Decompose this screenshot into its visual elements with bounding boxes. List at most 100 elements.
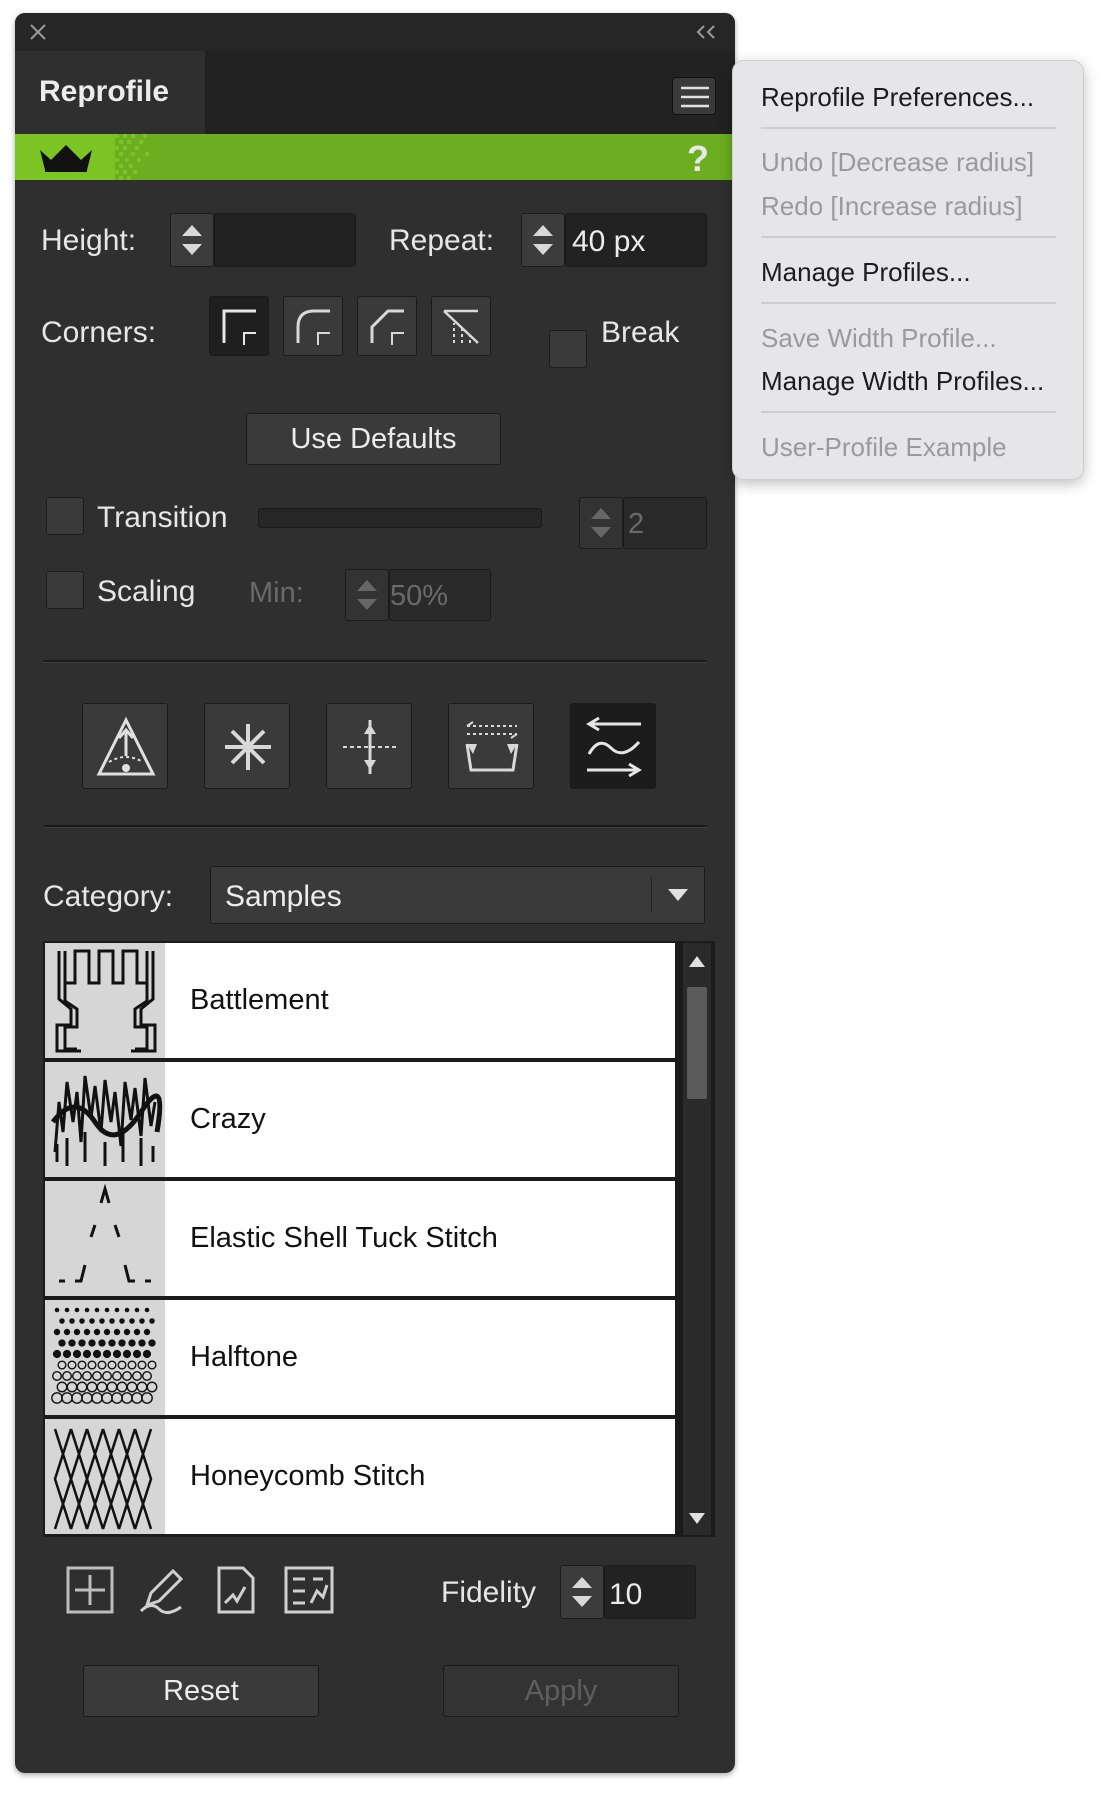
mode-button-1[interactable] xyxy=(82,703,168,789)
panel-options-menu: Reprofile Preferences... Undo [Decrease … xyxy=(732,60,1084,480)
mode-button-2[interactable] xyxy=(204,703,290,789)
corner-bevel-icon xyxy=(370,309,404,345)
stepper-arrows-icon xyxy=(591,508,611,538)
corner-none-button[interactable] xyxy=(431,296,491,356)
transition-value: 2 xyxy=(628,508,645,540)
crown-icon xyxy=(40,145,92,172)
profile-list: Battlement Crazy Elastic Shell Tuck Stit… xyxy=(43,941,715,1537)
add-icon xyxy=(66,1566,114,1614)
panel-titlebar xyxy=(15,13,735,51)
category-dropdown[interactable]: Samples xyxy=(210,866,705,924)
min-stepper[interactable] xyxy=(345,569,389,621)
add-profile-button[interactable] xyxy=(65,1565,115,1615)
tab-title: Reprofile xyxy=(39,75,170,108)
stepper-arrows-icon xyxy=(357,580,377,610)
transition-checkbox[interactable] xyxy=(46,497,84,535)
use-defaults-button[interactable]: Use Defaults xyxy=(246,413,501,465)
list-scrollbar[interactable] xyxy=(683,943,711,1535)
corner-round-button[interactable] xyxy=(283,296,343,356)
corner-none-icon xyxy=(443,309,479,344)
help-icon[interactable]: ? xyxy=(687,138,709,180)
reprofile-panel: Reprofile ? Height: Repeat: 40 px Corner… xyxy=(15,13,735,1773)
close-icon[interactable] xyxy=(29,23,47,41)
list-item[interactable]: Crazy xyxy=(45,1062,675,1177)
stepper-arrows-icon xyxy=(533,225,553,255)
menu-separator xyxy=(761,302,1056,304)
apply-button[interactable]: Apply xyxy=(443,1665,679,1717)
transition-label: Transition xyxy=(97,501,228,534)
tab-reprofile[interactable]: Reprofile xyxy=(15,51,205,134)
height-stepper[interactable] xyxy=(170,213,214,267)
manage-profiles-button[interactable] xyxy=(283,1565,335,1615)
battlement-thumbnail xyxy=(45,943,165,1058)
elastic-shell-tuck-stitch-thumbnail xyxy=(45,1181,165,1296)
asterisk-icon xyxy=(225,724,271,770)
corner-round-icon xyxy=(296,309,330,345)
menu-separator xyxy=(761,411,1056,413)
panel-menu-button[interactable] xyxy=(672,77,716,115)
corner-bevel-button[interactable] xyxy=(357,296,417,356)
menu-item-user-profile-example[interactable]: User-Profile Example xyxy=(761,432,1007,463)
min-field[interactable]: 50% xyxy=(389,569,491,621)
ascender-profile-icon xyxy=(96,716,156,776)
profile-name: Battlement xyxy=(190,984,329,1016)
profile-name: Honeycomb Stitch xyxy=(190,1460,426,1492)
chevron-down-icon xyxy=(668,889,688,901)
corner-square-button[interactable] xyxy=(209,296,269,356)
collapse-icon[interactable] xyxy=(695,25,717,39)
scaling-checkbox[interactable] xyxy=(46,571,84,609)
menu-item-manage-profiles[interactable]: Manage Profiles... xyxy=(761,257,971,288)
list-item[interactable]: Elastic Shell Tuck Stitch xyxy=(45,1181,675,1296)
transition-stepper[interactable] xyxy=(579,497,623,549)
document-icon xyxy=(217,1566,255,1614)
menu-separator xyxy=(761,236,1056,238)
scroll-down-icon[interactable] xyxy=(687,1511,707,1527)
hamburger-icon xyxy=(681,86,709,108)
height-field[interactable] xyxy=(214,213,356,267)
scroll-up-icon[interactable] xyxy=(687,953,707,969)
menu-item-reprofile-preferences[interactable]: Reprofile Preferences... xyxy=(761,82,1034,113)
repeat-label: Repeat: xyxy=(389,224,495,257)
transition-field[interactable]: 2 xyxy=(623,497,707,549)
menu-item-save-width-profile[interactable]: Save Width Profile... xyxy=(761,323,997,354)
menu-item-redo[interactable]: Redo [Increase radius] xyxy=(761,191,1023,222)
min-value: 50% xyxy=(390,580,449,612)
center-axis-icon xyxy=(343,720,397,774)
fidelity-stepper[interactable] xyxy=(560,1565,604,1619)
break-checkbox[interactable] xyxy=(549,330,587,368)
corners-label: Corners: xyxy=(41,316,157,349)
category-value: Samples xyxy=(225,880,342,913)
list-item[interactable]: Battlement xyxy=(45,943,675,1058)
fidelity-value: 10 xyxy=(609,1578,643,1611)
halftone-thumbnail xyxy=(45,1300,165,1415)
menu-item-manage-width-profiles[interactable]: Manage Width Profiles... xyxy=(761,366,1044,397)
height-label: Height: xyxy=(41,224,137,257)
mode-button-3[interactable] xyxy=(326,703,412,789)
list-item[interactable]: Halftone xyxy=(45,1300,675,1415)
profile-name: Crazy xyxy=(190,1103,266,1135)
profile-list-icon xyxy=(284,1566,334,1614)
reset-button[interactable]: Reset xyxy=(83,1665,319,1717)
pencil-icon xyxy=(139,1568,184,1614)
stepper-arrows-icon xyxy=(182,225,202,255)
fidelity-label: Fidelity xyxy=(441,1576,537,1609)
mode-button-5[interactable] xyxy=(570,703,656,789)
repeat-stepper[interactable] xyxy=(521,213,565,267)
menu-separator xyxy=(761,127,1056,129)
transition-slider[interactable] xyxy=(258,508,542,528)
fidelity-field[interactable]: 10 xyxy=(604,1565,696,1619)
divider xyxy=(43,825,707,828)
honeycomb-stitch-thumbnail xyxy=(45,1419,165,1534)
mode-button-4[interactable] xyxy=(448,703,534,789)
profile-name: Elastic Shell Tuck Stitch xyxy=(190,1222,498,1254)
divider xyxy=(43,660,707,663)
repeat-field[interactable]: 40 px xyxy=(565,213,707,267)
license-banner: ? xyxy=(15,134,735,180)
scaling-label: Scaling xyxy=(97,575,196,608)
edit-profile-button[interactable] xyxy=(137,1565,187,1615)
new-document-button[interactable] xyxy=(211,1565,261,1615)
list-item[interactable]: Honeycomb Stitch xyxy=(45,1419,675,1534)
scroll-thumb[interactable] xyxy=(687,987,707,1099)
menu-item-undo[interactable]: Undo [Decrease radius] xyxy=(761,147,1034,178)
profile-name: Halftone xyxy=(190,1341,299,1373)
